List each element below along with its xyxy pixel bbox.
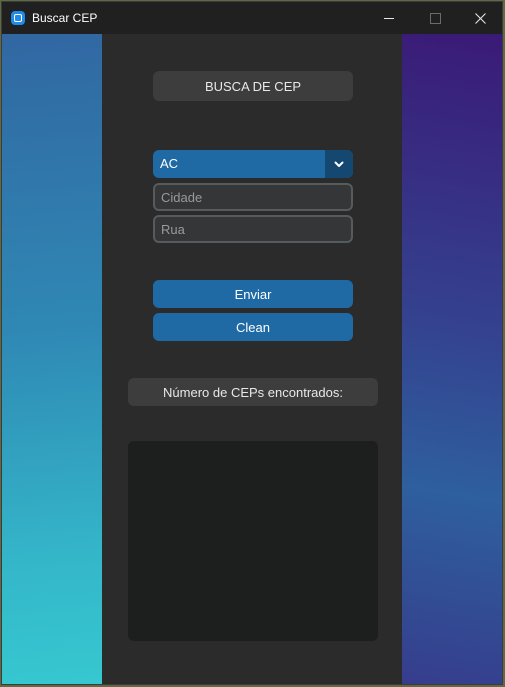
- main-panel: BUSCA DE CEP AC Enviar Clean Número de C…: [102, 34, 402, 684]
- minimize-icon: [384, 17, 394, 19]
- clean-button[interactable]: Clean: [153, 313, 353, 341]
- app-window: Buscar CEP BUSCA DE CEP AC Env: [1, 1, 503, 685]
- title-bar[interactable]: Buscar CEP: [2, 2, 502, 34]
- cep-count-label: Número de CEPs encontrados:: [128, 378, 378, 406]
- close-button[interactable]: [457, 2, 502, 34]
- results-textbox[interactable]: [128, 441, 378, 641]
- state-select[interactable]: AC: [153, 150, 353, 178]
- dropdown-arrow-button[interactable]: [325, 150, 353, 178]
- chevron-down-icon: [334, 161, 344, 167]
- state-select-value: AC: [160, 156, 179, 171]
- send-button[interactable]: Enviar: [153, 280, 353, 308]
- app-icon: [11, 11, 25, 25]
- minimize-button[interactable]: [366, 2, 412, 34]
- maximize-icon: [429, 12, 441, 24]
- window-title: Buscar CEP: [32, 11, 98, 25]
- left-gradient-panel: [2, 34, 102, 684]
- header-label: BUSCA DE CEP: [153, 71, 353, 101]
- city-input[interactable]: [153, 183, 353, 211]
- close-icon: [474, 12, 486, 24]
- maximize-button[interactable]: [412, 2, 458, 34]
- street-input[interactable]: [153, 215, 353, 243]
- right-gradient-panel: [402, 34, 502, 684]
